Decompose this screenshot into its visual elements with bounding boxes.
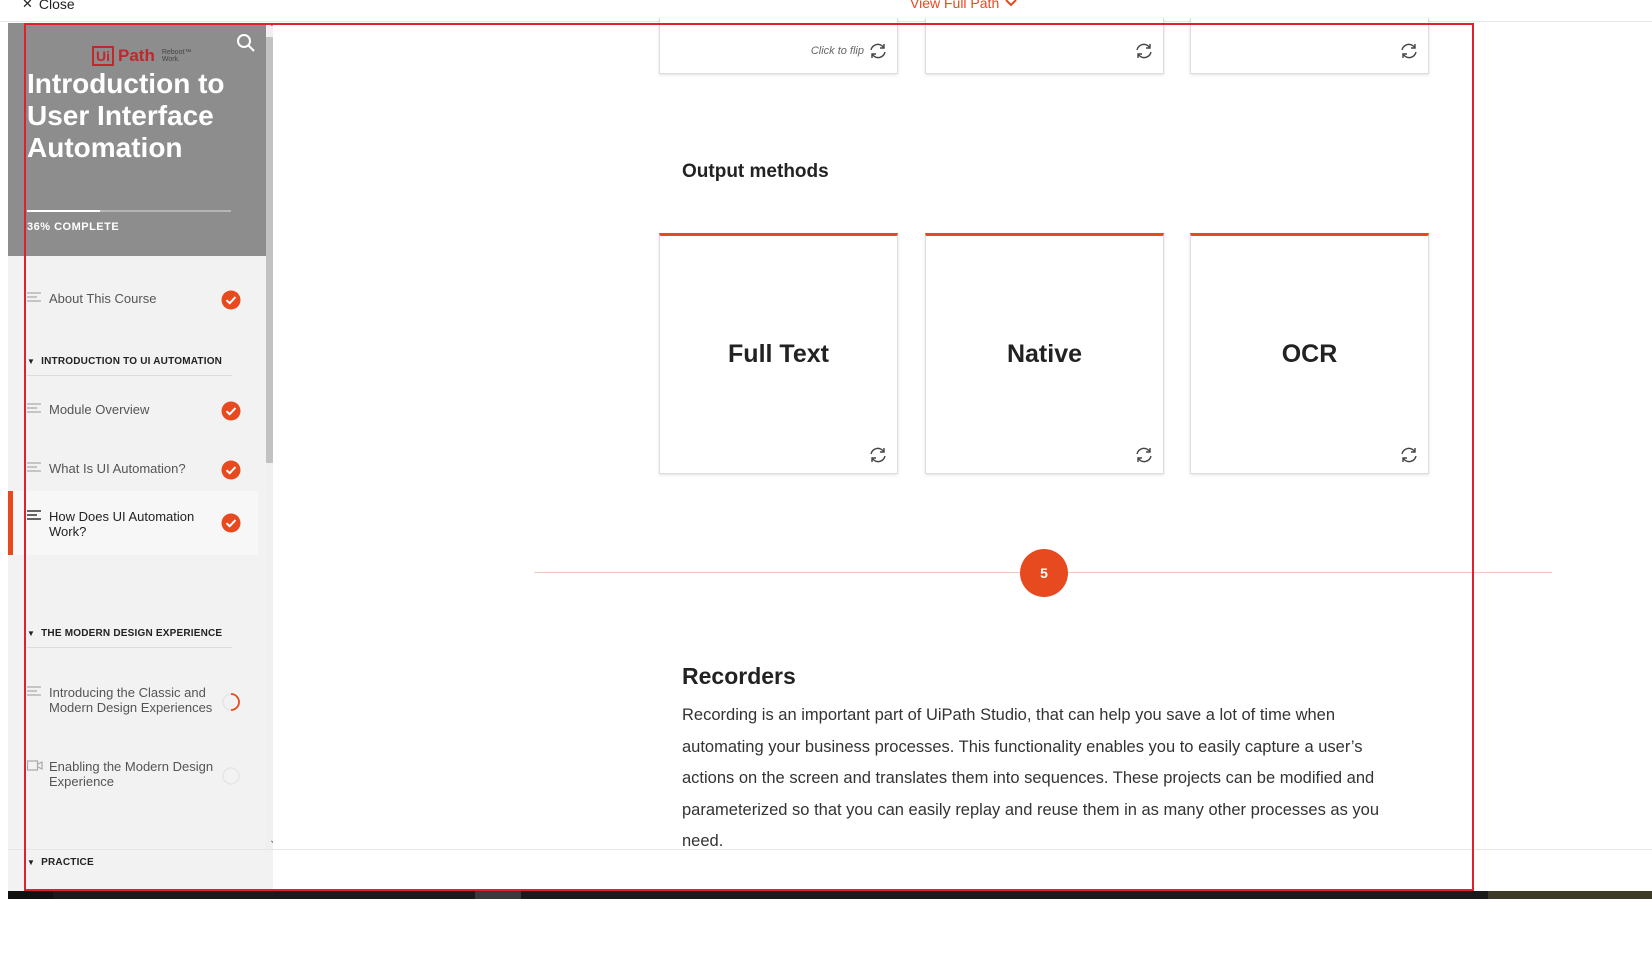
sidebar-scrollbar[interactable]: ⌃ ⌄ [266,23,273,849]
section-label: PRACTICE [41,857,94,868]
flip-icon [1136,447,1152,463]
flip-card-full-text[interactable]: Full Text [659,233,898,474]
progress-label: 36% COMPLETE [27,221,120,233]
section-label: INTRODUCTION TO UI AUTOMATION [41,356,223,367]
scrollbar-thumb[interactable] [266,37,273,463]
lesson-label: Module Overview [49,402,150,417]
course-progress-fill [27,210,101,212]
flip-card-ocr[interactable]: OCR [1190,233,1429,474]
flip-icon [1136,43,1152,59]
logo-tagline: Reboot™ Work. [162,49,192,63]
section-label: THE MODERN DESIGN EXPERIENCE [41,628,223,639]
card-label: Native [1006,340,1083,368]
logo-tagline-2: Work. [161,56,180,63]
uipath-logo: Ui Path Reboot™ Work. [92,46,191,66]
card-label: Full Text [728,340,829,368]
recorders-heading: Recorders [682,663,796,689]
flip-icon [870,43,886,59]
text-lines-icon [27,510,41,520]
card-label: OCR [1281,340,1338,368]
flip-hint: Click to flip [810,45,864,57]
sidebar-header: Ui Path Reboot™ Work. Introduction to Us… [8,23,271,256]
course-progress-bar [27,210,231,212]
caret-down-icon: ▼ [27,629,36,638]
flip-icon [1401,447,1417,463]
taskbar-segment [1488,891,1652,899]
check-circle-icon [221,290,241,310]
logo-path: Path [118,46,155,65]
section-modern-design-experience[interactable]: ▼ THE MODERN DESIGN EXPERIENCE [27,628,232,648]
check-circle-icon [221,401,241,421]
flip-card[interactable]: Click to flip [659,18,898,74]
output-methods-heading: Output methods [682,161,829,182]
logo-tagline-1: Reboot™ [161,49,192,56]
chevron-down-icon [1005,0,1017,7]
lesson-label: Introducing the Classic and Modern Desig… [49,685,213,715]
section-practice[interactable]: ▼ PRACTICE [27,857,232,876]
lesson-item[interactable]: About This Course [8,278,258,318]
text-lines-icon [27,462,41,472]
lesson-content: Click to flip Output methods Full Text N… [273,18,1652,850]
view-path-label: View Full Path [910,0,1000,11]
course-sidebar: Ui Path Reboot™ Work. Introduction to Us… [8,23,273,893]
flip-card[interactable] [925,18,1164,74]
lesson-label: What Is UI Automation? [49,461,186,476]
empty-circle-icon [222,767,240,785]
progress-ring-icon [222,693,240,711]
close-label: Close [38,0,75,12]
check-circle-icon [221,513,241,533]
recorders-paragraph: Recording is an important part of UiPath… [682,706,1380,850]
text-lines-icon [27,686,41,696]
lesson-label: Enabling the Modern Design Experience [49,759,214,789]
content-bottom-border [8,849,1652,850]
flip-icon [870,447,886,463]
view-full-path-button[interactable]: View Full Path [910,0,1017,11]
lesson-item[interactable]: What Is UI Automation? [8,448,258,488]
taskbar-segment [8,891,53,899]
text-lines-icon [27,292,41,302]
flip-icon [1401,43,1417,59]
lesson-item[interactable]: Enabling the Modern Design Experience [8,743,258,793]
caret-down-icon: ▼ [27,357,36,366]
caret-down-icon: ▼ [27,858,36,867]
check-circle-icon [221,460,241,480]
lesson-item-active[interactable]: How Does UI Automation Work? [13,491,258,555]
course-title: Introduction to User Interface Automatio… [27,68,225,163]
video-icon [27,760,43,771]
flip-card-native[interactable]: Native [925,233,1164,474]
lesson-item[interactable]: Module Overview [8,388,258,428]
text-lines-icon [27,403,41,413]
lesson-label: About This Course [49,291,157,306]
flip-card[interactable] [1190,18,1429,74]
close-icon: ✕ [22,0,33,11]
logo-ui: Ui [92,46,114,66]
search-icon[interactable] [236,33,256,53]
section-intro-ui-automation[interactable]: ▼ INTRODUCTION TO UI AUTOMATION [27,356,232,376]
step-number-badge: 5 [1020,549,1068,597]
taskbar-segment [475,891,521,899]
taskbar-strip [8,891,1652,899]
lesson-item[interactable]: Introducing the Classic and Modern Desig… [8,668,258,718]
close-button[interactable]: ✕ Close [22,0,75,12]
lesson-label: How Does UI Automation Work? [49,509,195,539]
